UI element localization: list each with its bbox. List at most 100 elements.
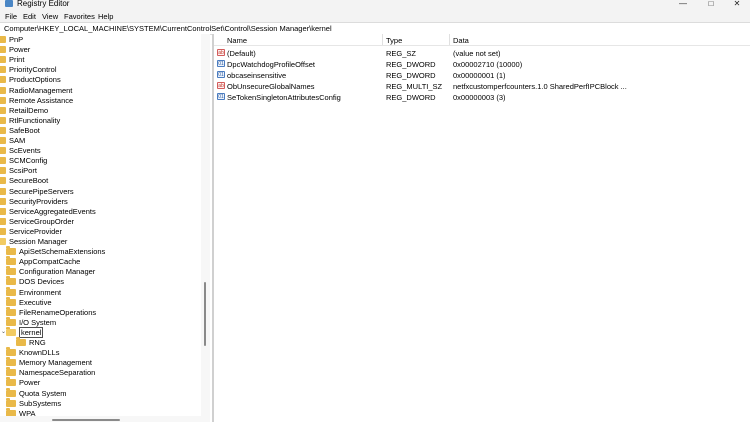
folder-icon — [0, 76, 6, 84]
value-row[interactable]: 01 SeTokenSingletonAttributesConfig REG_DW… — [214, 92, 750, 102]
folder-icon — [0, 177, 6, 185]
tree-item-label: NamespaceSeparation — [19, 368, 96, 378]
tree-item-securepipeservers[interactable]: SecurePipeServers — [0, 187, 201, 197]
tree-item-label: ServiceGroupOrder — [9, 216, 75, 226]
value-name: ObUnsecureGlobalNames — [227, 82, 315, 91]
tree-item-power[interactable]: Power — [0, 45, 201, 55]
tree-item-filerenameoperations[interactable]: FileRenameOperations — [0, 306, 201, 318]
tree-item-retaildemo[interactable]: RetailDemo — [0, 106, 201, 116]
value-data: netfxcustomperfcounters.1.0 SharedPerfIP… — [453, 82, 627, 91]
tree-item-remote-assistance[interactable]: Remote Assistance — [0, 96, 201, 106]
tree-item-rng[interactable]: RNG — [0, 337, 201, 348]
tree-item-scsiport[interactable]: ScsiPort — [0, 166, 201, 176]
list-header: Name Type Data — [214, 34, 750, 46]
tree-item-serviceprovider[interactable]: ServiceProvider — [0, 227, 201, 237]
tree-scroll-thumb[interactable] — [204, 282, 206, 346]
tree-horizontal-scrollbar[interactable] — [0, 416, 210, 422]
tree-item-prioritycontrol[interactable]: PriorityControl — [0, 65, 201, 75]
value-row[interactable]: ab (Default) REG_SZ (value not set) — [214, 48, 750, 58]
tree-item-session-manager[interactable]: ⌄Session Manager — [0, 237, 201, 247]
column-divider[interactable] — [382, 34, 383, 45]
tree-item-scevents[interactable]: ScEvents — [0, 146, 201, 156]
tree-item-label: SAM — [9, 136, 26, 145]
tree-item-label: RNG — [29, 338, 46, 347]
folder-icon — [6, 286, 16, 296]
tree-item-label: DOS Devices — [19, 277, 65, 287]
tree-item-print[interactable]: Print — [0, 55, 201, 65]
folder-icon — [6, 326, 16, 336]
column-header-data[interactable]: Data — [453, 36, 469, 45]
tree-item-power[interactable]: Power — [0, 377, 201, 388]
menu-view[interactable]: View — [42, 12, 58, 21]
tree-item-executive[interactable]: Executive — [0, 296, 201, 308]
value-row[interactable]: 01 DpcWatchdogProfileOffset REG_DWORD 0x000… — [214, 59, 750, 69]
menu-help[interactable]: Help — [98, 12, 113, 21]
tree-item-label: RtlFunctionality — [9, 115, 61, 125]
tree-item-secureboot[interactable]: SecureBoot — [0, 176, 201, 186]
tree-item-namespaceseparation[interactable]: NamespaceSeparation — [0, 367, 201, 378]
tree-item-label: Remote Assistance — [9, 95, 74, 105]
tree-item-label: kernel — [19, 326, 44, 338]
tree-item-label: Print — [9, 55, 25, 65]
tree-item-label: SecurePipeServers — [9, 186, 74, 196]
tree-item-rtlfunctionality[interactable]: RtlFunctionality — [0, 116, 201, 126]
column-header-name[interactable]: Name — [227, 36, 247, 45]
folder-icon — [0, 137, 6, 144]
folder-icon — [0, 56, 6, 64]
menu-file[interactable]: File — [5, 12, 17, 21]
folder-icon — [0, 238, 6, 245]
value-row[interactable]: ab ObUnsecureGlobalNames REG_MULTI_SZ netfx… — [214, 81, 750, 91]
tree-item-serviceaggregatedevents[interactable]: ServiceAggregatedEvents — [0, 207, 201, 217]
folder-icon — [6, 397, 16, 407]
tree-item-apisetschemaextensions[interactable]: ApiSetSchemaExtensions — [0, 246, 201, 257]
window-title: Registry Editor — [17, 0, 70, 8]
maximize-button[interactable]: □ — [698, 0, 724, 9]
tree-item-label: Executive — [19, 297, 52, 307]
tree-item-label: Configuration Manager — [19, 267, 96, 277]
address-path[interactable]: Computer\HKEY_LOCAL_MACHINE\SYSTEM\Curre… — [4, 24, 332, 33]
value-row[interactable]: 01 obcaseinsensitive REG_DWORD 0x00000001 (… — [214, 70, 750, 80]
tree-item-knowndlls[interactable]: KnownDLLs — [0, 347, 201, 358]
value-name: (Default) — [227, 49, 256, 58]
folder-icon — [16, 337, 26, 346]
tree-item-label: FileRenameOperations — [19, 307, 97, 317]
tree-item-sam[interactable]: SAM — [0, 136, 201, 146]
folder-icon — [0, 157, 6, 165]
folder-icon — [0, 96, 6, 104]
tree-item-appcompatcache[interactable]: AppCompatCache — [0, 256, 201, 267]
tree-item-label: KnownDLLs — [19, 348, 60, 358]
folder-icon — [0, 227, 6, 235]
tree-item-securityproviders[interactable]: SecurityProviders — [0, 197, 201, 207]
tree-item-safeboot[interactable]: SafeBoot — [0, 126, 201, 136]
tree-item-productoptions[interactable]: ProductOptions — [0, 75, 201, 85]
key-tree: PnP Power Print PriorityControl ProductOptio… — [0, 34, 201, 422]
tree-item-subsystems[interactable]: SubSystems — [0, 397, 201, 409]
tree-item-dos-devices[interactable]: DOS Devices — [0, 276, 201, 287]
folder-icon — [6, 306, 16, 316]
tree-item-label: ApiSetSchemaExtensions — [19, 247, 106, 257]
folder-icon — [0, 187, 6, 195]
menu-favorites[interactable]: Favorites — [64, 12, 95, 21]
tree-item-label: Environment — [19, 287, 62, 297]
close-button[interactable]: ✕ — [724, 0, 750, 9]
tree-item-environment[interactable]: Environment — [0, 286, 201, 298]
tree-item-label: ProductOptions — [9, 75, 61, 85]
tree-item-memory-management[interactable]: Memory Management — [0, 357, 201, 368]
tree-item-servicegrouporder[interactable]: ServiceGroupOrder — [0, 217, 201, 227]
tree-item-quota-system[interactable]: Quota System — [0, 387, 201, 399]
tree-vertical-scrollbar[interactable] — [201, 34, 210, 422]
tree-hscroll-thumb[interactable] — [52, 419, 120, 421]
folder-icon — [0, 116, 6, 124]
tree-item-kernel[interactable]: ⌄ kernel — [0, 326, 201, 338]
column-divider[interactable] — [449, 34, 450, 45]
tree-item-label: SCMConfig — [9, 156, 48, 166]
menu-edit[interactable]: Edit — [23, 12, 36, 21]
column-header-type[interactable]: Type — [386, 36, 402, 45]
tree-item-configuration-manager[interactable]: Configuration Manager — [0, 266, 201, 277]
tree-item-radiomanagement[interactable]: RadioManagement — [0, 86, 201, 96]
tree-item-scmconfig[interactable]: SCMConfig — [0, 156, 201, 166]
tree-item-label: RetailDemo — [9, 105, 49, 115]
folder-icon — [6, 246, 16, 256]
minimize-button[interactable]: — — [670, 0, 696, 9]
tree-item-pnp[interactable]: PnP — [0, 35, 201, 45]
